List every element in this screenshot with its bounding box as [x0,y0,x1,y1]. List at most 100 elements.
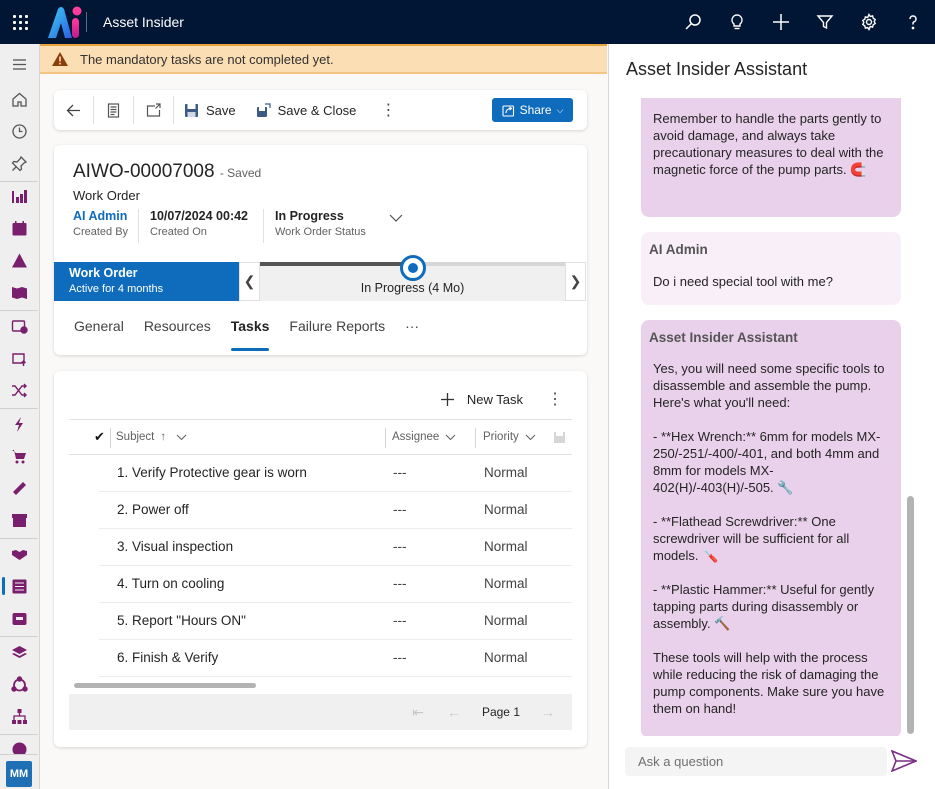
nav-home[interactable] [0,83,38,115]
nav-inventory[interactable] [0,602,38,634]
task-row[interactable]: 1. Verify Protective gear is worn --- No… [99,455,572,492]
lightbulb-icon [731,14,743,30]
left-navigation [0,44,40,789]
task-subject[interactable]: 3. Visual inspection [117,539,233,554]
tab-resources[interactable]: Resources [134,313,221,339]
nav-calendar[interactable] [0,212,38,244]
open-new-window-button[interactable] [134,90,173,130]
help-button[interactable] [891,0,935,44]
main-content: The mandatory tasks are not completed ye… [40,44,607,789]
arrow-left-icon [66,104,80,116]
task-subject[interactable]: 6. Finish & Verify [117,650,218,665]
share-button[interactable]: Share ⌵ [492,98,573,122]
chat-history[interactable]: the O-ring surface. 💧 Remember to handle… [609,98,935,736]
nav-dashboards[interactable] [0,180,38,212]
nav-pinned[interactable] [0,147,38,179]
nav-agreements[interactable] [0,538,38,570]
record-id: AIWO-00007008 [73,161,215,182]
nav-store[interactable] [0,504,38,536]
process-prev-button[interactable]: ❮ [239,262,260,301]
new-button[interactable] [759,0,803,44]
horizontal-scrollbar[interactable] [74,683,256,688]
nav-asset-upload[interactable] [0,342,38,374]
nav-global[interactable] [0,734,38,754]
task-subject[interactable]: 2. Power off [117,502,189,517]
nav-hierarchy[interactable] [0,700,38,732]
ask-question-input[interactable] [625,747,887,776]
nav-alerts[interactable] [0,244,38,276]
task-row[interactable]: 6. Finish & Verify --- Normal [99,640,572,677]
back-button[interactable] [54,90,93,130]
created-on-field: 10/07/2024 00:42 Created On [150,209,248,238]
filter-button[interactable] [803,0,847,44]
status-chevron-down-icon[interactable] [389,214,403,223]
tab-more[interactable]: ··· [395,313,429,339]
nav-knowledge[interactable] [0,276,38,308]
record-title: AIWO-00007008 - Saved [73,161,261,183]
process-current-stage-marker[interactable] [400,255,426,281]
task-subject[interactable]: 4. Turn on cooling [117,576,224,591]
task-assignee: --- [393,650,407,665]
warning-icon [11,253,27,267]
task-row[interactable]: 2. Power off --- Normal [99,492,572,529]
nav-recent[interactable] [0,115,38,147]
previous-page-button[interactable]: ← [436,704,472,720]
message-body: the O-ring surface. 💧 Remember to handle… [653,111,884,177]
task-row[interactable]: 3. Visual inspection --- Normal [99,529,572,566]
nav-divider [0,754,38,755]
column-subject-label: Subject [116,431,155,443]
tab-general[interactable]: General [64,313,134,339]
process-stage-track[interactable]: In Progress (4 Mo) [260,255,565,301]
save-and-close-button[interactable]: Save & Close [246,90,367,130]
app-launcher-button[interactable] [0,0,40,44]
send-icon[interactable] [891,750,917,772]
subgrid-more-button[interactable]: ⋮ [547,389,563,409]
message-body: Do i need special tool with me? [653,274,833,289]
nav-tickets[interactable] [0,472,38,504]
status-field[interactable]: In Progress Work Order Status [275,209,366,238]
nav-workflows[interactable] [0,374,38,406]
save-view-icon[interactable] [554,432,565,443]
chat-scrollbar[interactable] [907,496,914,734]
more-commands-button[interactable]: ⋮ [366,90,410,130]
chevron-down-icon [445,434,456,440]
column-priority-label: Priority [483,431,519,443]
task-subject[interactable]: 1. Verify Protective gear is worn [117,465,307,480]
nav-work-orders[interactable] [0,570,38,602]
globe-icon [12,742,26,754]
save-button[interactable]: Save [174,90,246,130]
next-page-button[interactable]: → [530,704,566,720]
new-task-button[interactable]: New Task [440,392,523,407]
user-avatar[interactable]: MM [6,761,32,787]
nav-collaboration[interactable] [0,668,38,700]
process-next-button[interactable]: ❯ [565,262,586,301]
task-subject[interactable]: 5. Report "Hours ON" [117,613,246,628]
column-header-subject[interactable]: Subject ↑ [116,420,187,454]
nav-billing[interactable] [0,310,38,342]
task-row[interactable]: 4. Turn on cooling --- Normal [99,566,572,603]
nav-power[interactable] [0,408,38,440]
task-row[interactable]: 5. Report "Hours ON" --- Normal [99,603,572,640]
task-assignee: --- [393,502,407,517]
save-label: Save [206,102,236,118]
form-tabs: General Resources Tasks Failure Reports … [64,313,429,351]
column-header-assignee[interactable]: Assignee [392,420,456,454]
process-stage-entity[interactable]: Work Order Active for 4 months [54,262,239,301]
select-all-checkbox[interactable]: ✔ [94,420,105,454]
form-view-button[interactable] [94,90,133,130]
gear-icon [861,13,877,31]
tab-failure-reports[interactable]: Failure Reports [279,313,395,339]
insights-button[interactable] [715,0,759,44]
column-header-priority[interactable]: Priority [483,420,536,454]
message-sender: AI Admin [649,242,708,257]
tab-tasks[interactable]: Tasks [221,313,280,351]
nav-purchase[interactable] [0,440,38,472]
created-by-link[interactable]: AI Admin [73,209,128,223]
nav-menu-toggle[interactable] [0,48,38,80]
save-and-close-label: Save & Close [277,102,357,118]
search-button[interactable] [671,0,715,44]
settings-button[interactable] [847,0,891,44]
nav-layers[interactable] [0,636,38,668]
task-priority: Normal [484,465,528,480]
first-page-button[interactable]: ⇤ [400,704,436,721]
